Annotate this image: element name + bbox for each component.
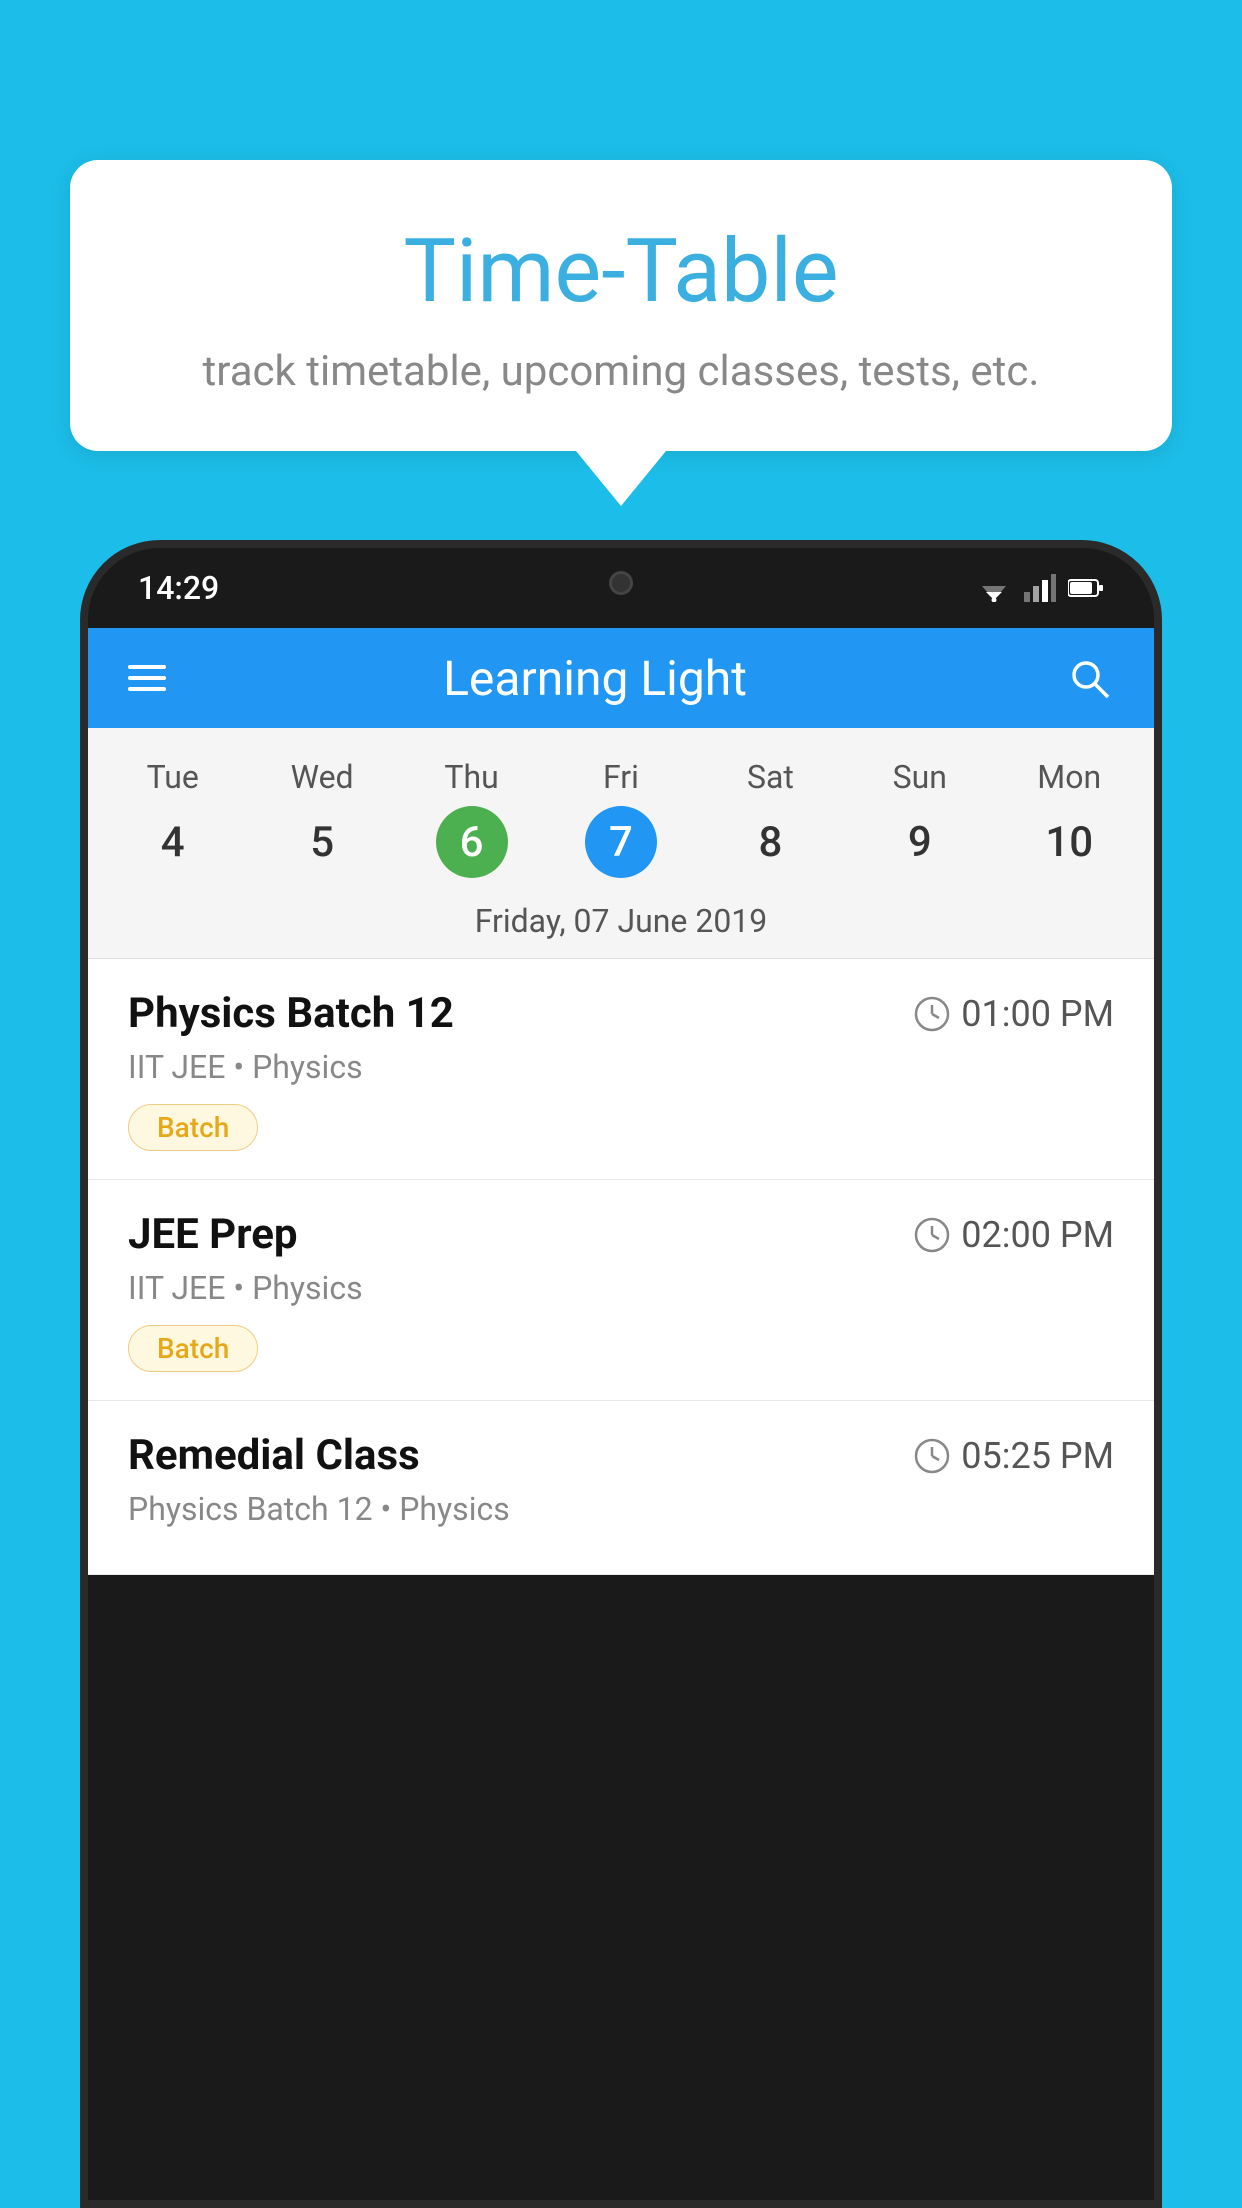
schedule-item[interactable]: JEE Prep 02:00 PM IIT JEE • Physics Batch xyxy=(88,1180,1154,1401)
schedule-time-text: 02:00 PM xyxy=(961,1214,1114,1256)
schedule-time: 01:00 PM xyxy=(913,993,1114,1035)
search-icon xyxy=(1067,656,1111,700)
calendar-section: Tue 4 Wed 5 Thu 6 Fri 7 Sat 8 Sun 9 Mon 10 Friday, 07… xyxy=(88,728,1154,959)
speech-bubble-title: Time-Table xyxy=(150,220,1092,323)
phone-notch xyxy=(531,548,711,618)
batch-badge: Batch xyxy=(128,1104,258,1151)
schedule-name: Physics Batch 12 xyxy=(128,989,454,1038)
day-name: Sun xyxy=(893,758,947,796)
search-button[interactable] xyxy=(1064,653,1114,703)
app-title: Learning Light xyxy=(126,650,1064,707)
schedule-time: 05:25 PM xyxy=(913,1435,1114,1477)
phone-wrapper: 14:29 xyxy=(80,540,1162,2208)
schedule-item[interactable]: Remedial Class 05:25 PM Physics Batch 12 … xyxy=(88,1401,1154,1575)
schedule-item-top: Physics Batch 12 01:00 PM xyxy=(128,989,1114,1038)
batch-badge: Batch xyxy=(128,1325,258,1372)
camera-dot xyxy=(609,571,633,595)
status-bar: 14:29 xyxy=(88,548,1154,628)
status-icons xyxy=(976,574,1104,602)
day-name: Wed xyxy=(291,758,354,796)
clock-icon xyxy=(913,1216,951,1254)
day-col-thu[interactable]: Thu 6 xyxy=(436,758,508,878)
schedule-subtitle: IIT JEE • Physics xyxy=(128,1269,1114,1307)
day-col-fri[interactable]: Fri 7 xyxy=(585,758,657,878)
day-col-mon[interactable]: Mon 10 xyxy=(1033,758,1105,878)
day-number[interactable]: 7 xyxy=(585,806,657,878)
schedule-name: JEE Prep xyxy=(128,1210,298,1259)
day-number[interactable]: 8 xyxy=(734,806,806,878)
day-number[interactable]: 6 xyxy=(436,806,508,878)
day-col-sat[interactable]: Sat 8 xyxy=(734,758,806,878)
schedule-subtitle: Physics Batch 12 • Physics xyxy=(128,1490,1114,1528)
clock-icon xyxy=(913,1437,951,1475)
day-name: Thu xyxy=(444,758,498,796)
speech-bubble: Time-Table track timetable, upcoming cla… xyxy=(70,160,1172,451)
clock-icon xyxy=(913,995,951,1033)
schedule-time-text: 05:25 PM xyxy=(961,1435,1114,1477)
schedule-name: Remedial Class xyxy=(128,1431,420,1480)
speech-bubble-subtitle: track timetable, upcoming classes, tests… xyxy=(150,347,1092,396)
selected-date-label: Friday, 07 June 2019 xyxy=(88,888,1154,959)
day-number[interactable]: 5 xyxy=(286,806,358,878)
schedule-item[interactable]: Physics Batch 12 01:00 PM IIT JEE • Physi… xyxy=(88,959,1154,1180)
day-col-wed[interactable]: Wed 5 xyxy=(286,758,358,878)
wifi-icon xyxy=(976,574,1012,602)
battery-icon xyxy=(1068,574,1104,602)
speech-bubble-wrapper: Time-Table track timetable, upcoming cla… xyxy=(70,160,1172,506)
schedule-subtitle: IIT JEE • Physics xyxy=(128,1048,1114,1086)
day-number[interactable]: 4 xyxy=(137,806,209,878)
day-number[interactable]: 10 xyxy=(1033,806,1105,878)
schedule-list: Physics Batch 12 01:00 PM IIT JEE • Physi… xyxy=(88,959,1154,1575)
speech-bubble-arrow xyxy=(576,451,666,506)
day-col-sun[interactable]: Sun 9 xyxy=(884,758,956,878)
day-name: Fri xyxy=(603,758,639,796)
day-number[interactable]: 9 xyxy=(884,806,956,878)
day-name: Mon xyxy=(1037,758,1101,796)
schedule-time: 02:00 PM xyxy=(913,1214,1114,1256)
signal-icon xyxy=(1024,574,1056,602)
phone-frame: 14:29 xyxy=(80,540,1162,2208)
day-name: Tue xyxy=(147,758,199,796)
schedule-item-top: JEE Prep 02:00 PM xyxy=(128,1210,1114,1259)
days-row: Tue 4 Wed 5 Thu 6 Fri 7 Sat 8 Sun 9 Mon 10 xyxy=(88,748,1154,888)
schedule-time-text: 01:00 PM xyxy=(961,993,1114,1035)
schedule-item-top: Remedial Class 05:25 PM xyxy=(128,1431,1114,1480)
status-time: 14:29 xyxy=(138,569,219,607)
app-header: Learning Light xyxy=(88,628,1154,728)
day-col-tue[interactable]: Tue 4 xyxy=(137,758,209,878)
day-name: Sat xyxy=(747,758,794,796)
